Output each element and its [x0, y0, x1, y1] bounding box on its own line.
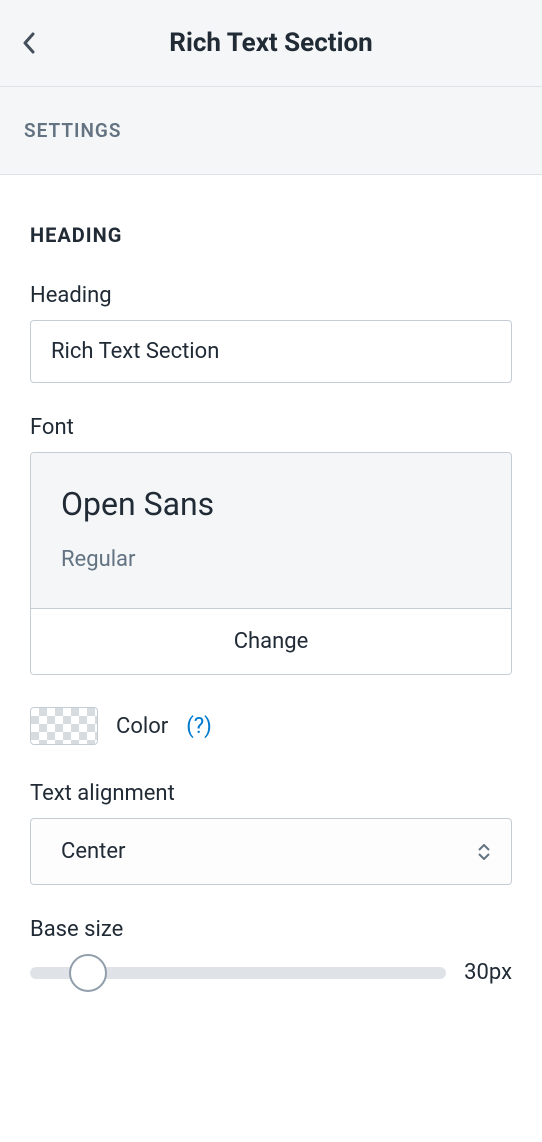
alignment-field-group: Text alignment Center — [30, 781, 512, 885]
font-name: Open Sans — [61, 485, 481, 523]
alignment-select[interactable]: Center — [30, 818, 512, 885]
base-size-label: Base size — [30, 917, 512, 942]
slider-row: 30px — [30, 960, 512, 985]
alignment-label: Text alignment — [30, 781, 512, 806]
color-help-link[interactable]: (?) — [186, 714, 212, 739]
font-card: Open Sans Regular Change — [30, 452, 512, 675]
base-size-value: 30px — [464, 960, 512, 985]
base-size-slider[interactable] — [30, 967, 446, 979]
heading-field-group: Heading — [30, 283, 512, 383]
heading-section-label: HEADING — [30, 223, 512, 247]
heading-input[interactable] — [30, 320, 512, 383]
color-swatch[interactable] — [30, 707, 98, 745]
font-label: Font — [30, 415, 512, 440]
settings-tab-bar: SETTINGS — [0, 87, 542, 175]
alignment-select-wrapper: Center — [30, 818, 512, 885]
content-area: HEADING Heading Font Open Sans Regular C… — [0, 175, 542, 1057]
font-field-group: Font Open Sans Regular Change — [30, 415, 512, 675]
settings-tab[interactable]: SETTINGS — [24, 119, 518, 142]
color-row: Color (?) — [30, 707, 512, 745]
panel-title: Rich Text Section — [20, 28, 522, 58]
font-change-button[interactable]: Change — [31, 608, 511, 674]
color-label: Color — [116, 714, 168, 739]
chevron-left-icon — [22, 32, 36, 54]
panel-header: Rich Text Section — [0, 0, 542, 87]
base-size-field-group: Base size 30px — [30, 917, 512, 985]
slider-thumb[interactable] — [69, 954, 107, 992]
font-weight: Regular — [61, 547, 481, 572]
back-button[interactable] — [22, 32, 36, 54]
font-preview: Open Sans Regular — [31, 453, 511, 608]
heading-label: Heading — [30, 283, 512, 308]
